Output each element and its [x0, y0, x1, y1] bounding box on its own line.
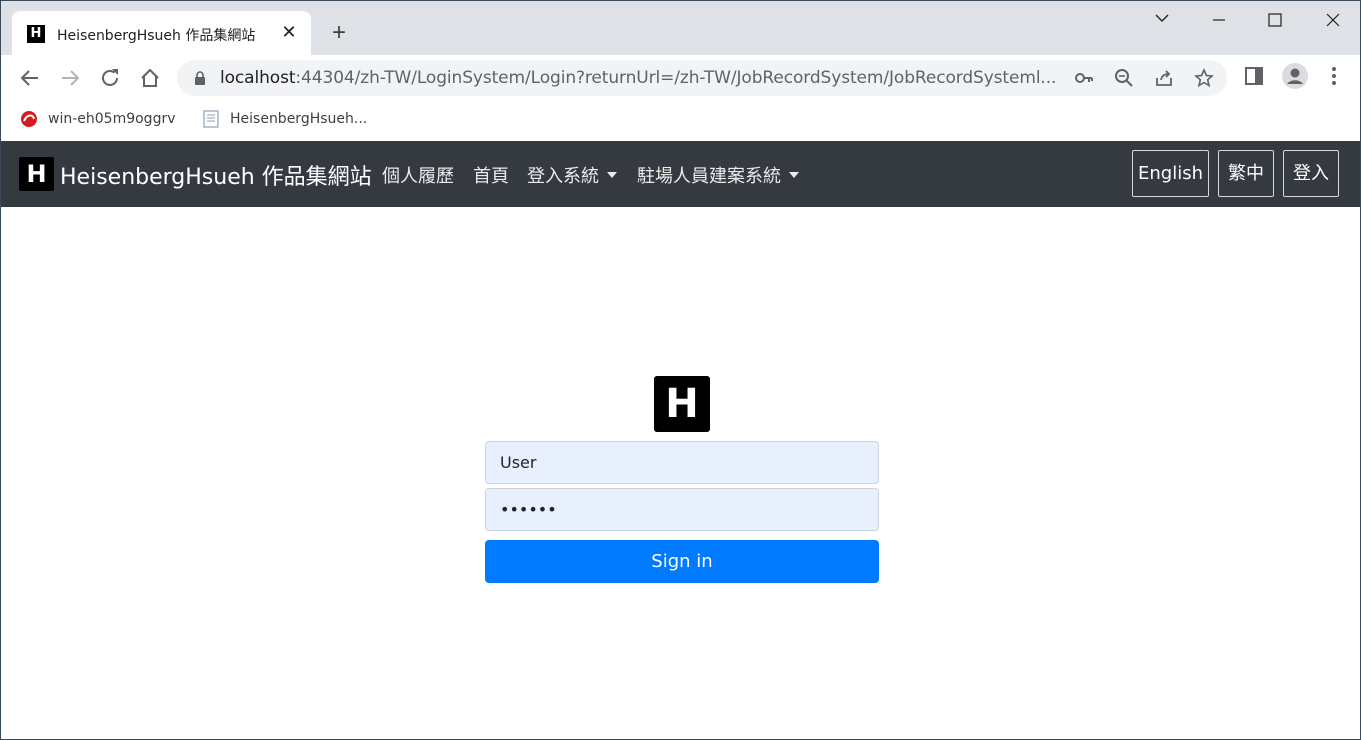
bookmark-label: HeisenbergHsueh...: [230, 111, 368, 127]
nav-link-resume[interactable]: 個人履歷: [382, 162, 454, 188]
lock-icon[interactable]: [194, 71, 206, 90]
nav-dropdown-label: 駐場人員建案系統: [637, 166, 781, 187]
minimize-icon[interactable]: [1204, 9, 1234, 33]
key-icon[interactable]: [1074, 68, 1094, 88]
zoom-icon[interactable]: [1114, 68, 1134, 88]
tab-favicon-icon: H: [27, 25, 45, 43]
back-icon[interactable]: [17, 65, 43, 91]
side-panel-icon[interactable]: [1243, 65, 1265, 87]
login-logo: H: [654, 376, 710, 432]
tab-title: HeisenbergHsueh 作品集網站: [57, 28, 256, 44]
brand-name[interactable]: HeisenbergHsueh 作品集網站: [60, 159, 372, 191]
new-tab-icon[interactable]: +: [327, 21, 351, 45]
share-icon[interactable]: [1154, 68, 1174, 88]
browser-toolbar: localhost:44304/zh-TW/LoginSystem/Login?…: [1, 55, 1360, 101]
more-menu-icon[interactable]: [1323, 65, 1345, 87]
profile-avatar-icon[interactable]: [1282, 63, 1308, 89]
tab-search-chevron-icon[interactable]: [1147, 9, 1177, 33]
address-bar[interactable]: localhost:44304/zh-TW/LoginSystem/Login?…: [177, 60, 1227, 96]
tab-strip: H HeisenbergHsueh 作品集網站 ✕ +: [1, 1, 1360, 55]
brand-logo[interactable]: H: [19, 157, 54, 191]
nav-dropdown-login-system[interactable]: 登入系統: [527, 162, 617, 188]
bookmark-star-icon[interactable]: [1194, 67, 1214, 88]
maximize-icon[interactable]: [1260, 9, 1290, 33]
bookmarks-bar: win-eh05m9oggrv HeisenbergHsueh...: [1, 101, 1360, 140]
forward-icon[interactable]: [57, 65, 83, 91]
login-nav-button[interactable]: 登入: [1283, 150, 1339, 197]
trend-micro-icon: [20, 110, 38, 128]
lang-english-button[interactable]: English: [1132, 150, 1209, 197]
username-input[interactable]: [485, 441, 879, 484]
password-input[interactable]: [485, 488, 879, 531]
nav-dropdown-label: 登入系統: [527, 166, 599, 187]
home-icon[interactable]: [137, 65, 163, 91]
sign-in-button[interactable]: Sign in: [485, 540, 879, 583]
nav-link-home[interactable]: 首頁: [473, 162, 509, 188]
tab-close-icon[interactable]: ✕: [279, 22, 299, 42]
page-icon: [202, 110, 220, 128]
close-window-icon[interactable]: [1318, 9, 1348, 33]
reload-icon[interactable]: [97, 65, 123, 91]
bookmark-item[interactable]: win-eh05m9oggrv: [20, 108, 176, 130]
lang-trad-chinese-button[interactable]: 繁中: [1218, 150, 1274, 197]
url-text: localhost:44304/zh-TW/LoginSystem/Login?…: [220, 68, 1057, 88]
bookmark-label: win-eh05m9oggrv: [48, 111, 176, 127]
site-navbar: H HeisenbergHsueh 作品集網站 個人履歷 首頁 登入系統 駐場人…: [1, 141, 1360, 207]
caret-down-icon: [607, 172, 617, 178]
browser-window: H HeisenbergHsueh 作品集網站 ✕ + localhost:44…: [0, 0, 1361, 740]
caret-down-icon: [789, 172, 799, 178]
browser-tab[interactable]: H HeisenbergHsueh 作品集網站 ✕: [12, 11, 311, 55]
bookmark-item[interactable]: HeisenbergHsueh...: [202, 108, 367, 130]
nav-dropdown-onsite-system[interactable]: 駐場人員建案系統: [637, 162, 799, 188]
